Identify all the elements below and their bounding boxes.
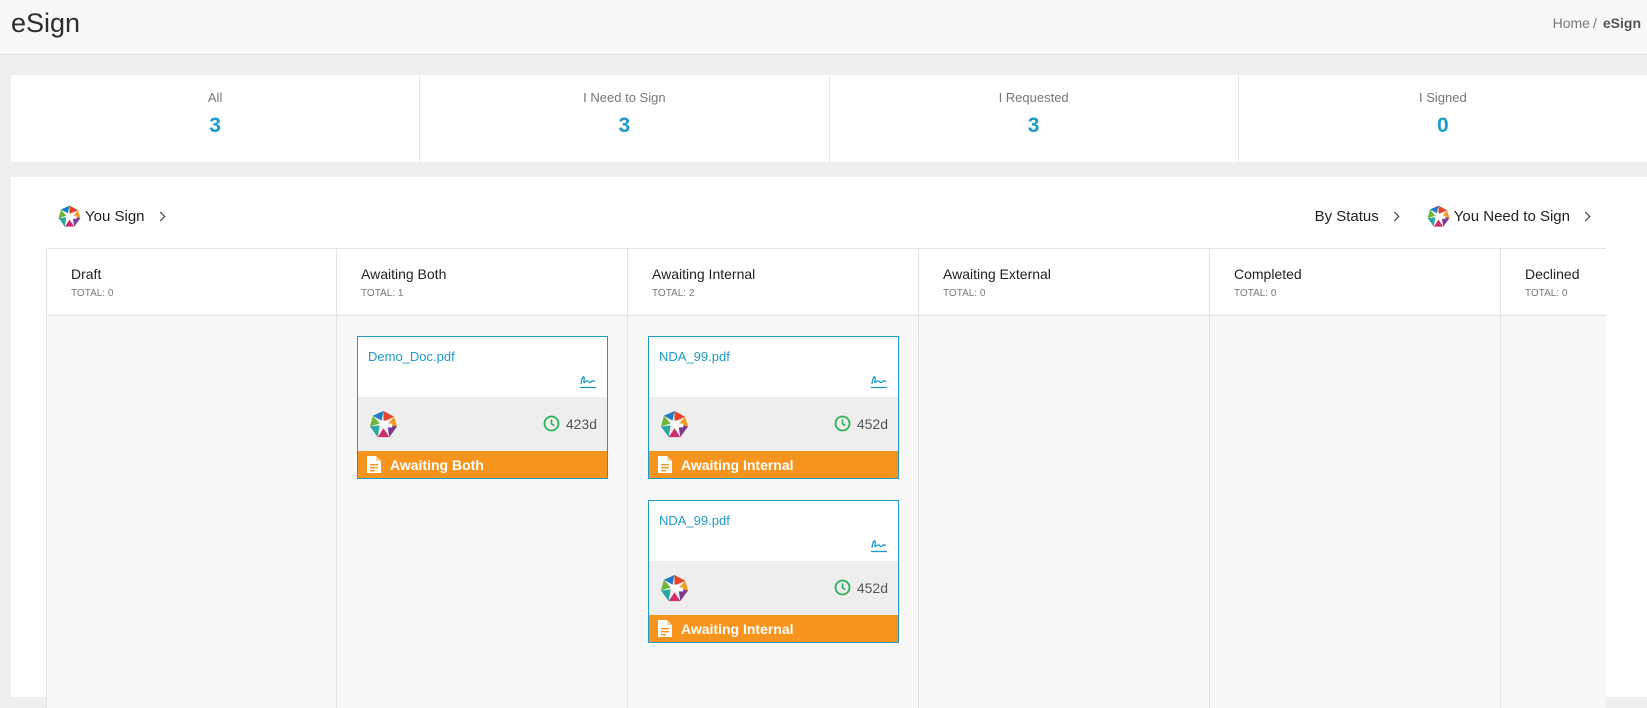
column-declined: Declined TOTAL: 0 [1501, 248, 1606, 708]
column-completed: Completed TOTAL: 0 [1210, 248, 1501, 708]
card-meta: 452d [649, 397, 898, 451]
column-body [919, 316, 1209, 336]
document-card[interactable]: NDA_99.pdf 452d Awaiting Internal [648, 336, 899, 479]
status-bar: Awaiting Both [358, 451, 607, 478]
board-toolbar: By Status You Need to Sign [1314, 204, 1591, 229]
you-sign-filter[interactable]: You Sign [57, 204, 165, 229]
document-name-link[interactable]: NDA_99.pdf [659, 349, 898, 364]
you-need-to-sign-label: You Need to Sign [1453, 208, 1570, 225]
document-name-link[interactable]: Demo_Doc.pdf [368, 349, 607, 364]
column-title: Awaiting External [943, 266, 1051, 282]
status-columns[interactable]: Draft TOTAL: 0 Awaiting Both TOTAL: 1 De… [46, 248, 1606, 708]
document-card[interactable]: Demo_Doc.pdf 423d Awaiting Both [357, 336, 608, 479]
g-logo-icon [368, 409, 399, 440]
chevron-right-icon [155, 211, 165, 222]
breadcrumb-current: eSign [1602, 15, 1641, 31]
status-label: Awaiting Internal [681, 620, 794, 637]
age-value: 423d [565, 415, 597, 432]
column-body: Demo_Doc.pdf 423d Awaiting Both [337, 316, 627, 479]
column-header: Draft TOTAL: 0 [47, 248, 336, 316]
status-bar: Awaiting Internal [649, 451, 898, 478]
top-header: eSign Home / eSign [0, 0, 1647, 55]
breadcrumb-home-link[interactable]: Home [1553, 15, 1590, 31]
stat-i-signed[interactable]: I Signed 0 [1239, 75, 1647, 162]
clock-icon [834, 579, 851, 596]
document-card[interactable]: NDA_99.pdf 452d Awaiting Internal [648, 500, 899, 643]
card-header: Demo_Doc.pdf [358, 337, 607, 397]
stat-i-need-to-sign[interactable]: I Need to Sign 3 [420, 75, 830, 162]
column-header: Awaiting Internal TOTAL: 2 [628, 248, 918, 316]
document-name-link[interactable]: NDA_99.pdf [659, 513, 898, 528]
card-meta: 423d [358, 397, 607, 451]
card-meta: 452d [649, 561, 898, 615]
stat-label: I Signed [1419, 90, 1467, 105]
status-label: Awaiting Internal [681, 456, 794, 473]
stat-count: 3 [1027, 114, 1040, 137]
by-status-label: By Status [1314, 208, 1379, 225]
column-title: Awaiting Internal [652, 266, 756, 282]
age-value: 452d [856, 579, 888, 596]
column-total: TOTAL: 0 [1525, 288, 1568, 299]
you-sign-label: You Sign [85, 208, 145, 225]
g-logo-icon [659, 409, 690, 440]
g-logo-icon [1426, 204, 1451, 229]
chevron-right-icon [1389, 211, 1400, 222]
column-body [1501, 316, 1606, 336]
breadcrumb: Home / eSign [1553, 15, 1641, 31]
column-header: Awaiting Both TOTAL: 1 [337, 248, 627, 316]
stat-count: 3 [618, 114, 631, 137]
column-title: Completed [1234, 266, 1302, 282]
stat-label: I Need to Sign [583, 90, 666, 105]
signature-icon[interactable] [579, 372, 597, 389]
document-icon [657, 455, 673, 474]
column-body [1210, 316, 1500, 336]
age-value: 452d [856, 415, 888, 432]
stat-count: 0 [1437, 114, 1449, 137]
stat-all[interactable]: All 3 [11, 75, 421, 162]
document-icon [366, 455, 382, 474]
column-title: Draft [71, 266, 102, 282]
column-title: Awaiting Both [361, 266, 447, 282]
you-need-to-sign-filter[interactable]: You Need to Sign [1426, 204, 1591, 229]
column-header: Completed TOTAL: 0 [1210, 248, 1500, 316]
by-status-dropdown[interactable]: By Status [1314, 208, 1400, 225]
g-logo-icon [57, 204, 82, 229]
stat-label: All [207, 90, 223, 105]
column-header: Declined TOTAL: 0 [1501, 248, 1606, 316]
card-header: NDA_99.pdf [649, 501, 898, 561]
column-total: TOTAL: 0 [1234, 288, 1277, 299]
column-body [47, 316, 336, 336]
column-body: NDA_99.pdf 452d Awaiting Internal NDA_99… [628, 316, 918, 643]
document-icon [657, 619, 673, 638]
stats-bar: All 3 I Need to Sign 3 I Requested 3 I S… [11, 75, 1647, 162]
column-total: TOTAL: 0 [943, 288, 986, 299]
column-header: Awaiting External TOTAL: 0 [919, 248, 1209, 316]
breadcrumb-separator: / [1592, 15, 1597, 31]
column-draft: Draft TOTAL: 0 [46, 248, 337, 708]
document-age: 452d [834, 415, 888, 432]
document-age: 423d [543, 415, 597, 432]
clock-icon [543, 415, 560, 432]
page-title: eSign [11, 8, 81, 38]
column-total: TOTAL: 2 [652, 288, 695, 299]
signature-icon[interactable] [870, 536, 888, 553]
g-logo-icon [659, 573, 690, 604]
stat-i-requested[interactable]: I Requested 3 [830, 75, 1239, 162]
status-label: Awaiting Both [390, 456, 484, 473]
kanban-board: You Sign By Status You Need to Sign Draf… [11, 177, 1647, 708]
chevron-right-icon [1580, 211, 1591, 222]
signature-icon[interactable] [870, 372, 888, 389]
column-awaiting-internal: Awaiting Internal TOTAL: 2 NDA_99.pdf 45… [628, 248, 919, 708]
column-title: Declined [1525, 266, 1580, 282]
clock-icon [834, 415, 851, 432]
column-total: TOTAL: 0 [71, 288, 114, 299]
stat-label: I Requested [998, 90, 1069, 105]
document-age: 452d [834, 579, 888, 596]
column-awaiting-both: Awaiting Both TOTAL: 1 Demo_Doc.pdf 423d [337, 248, 628, 708]
column-awaiting-external: Awaiting External TOTAL: 0 [919, 248, 1210, 708]
stat-count: 3 [209, 114, 221, 137]
card-header: NDA_99.pdf [649, 337, 898, 397]
status-bar: Awaiting Internal [649, 615, 898, 642]
column-total: TOTAL: 1 [361, 288, 404, 299]
